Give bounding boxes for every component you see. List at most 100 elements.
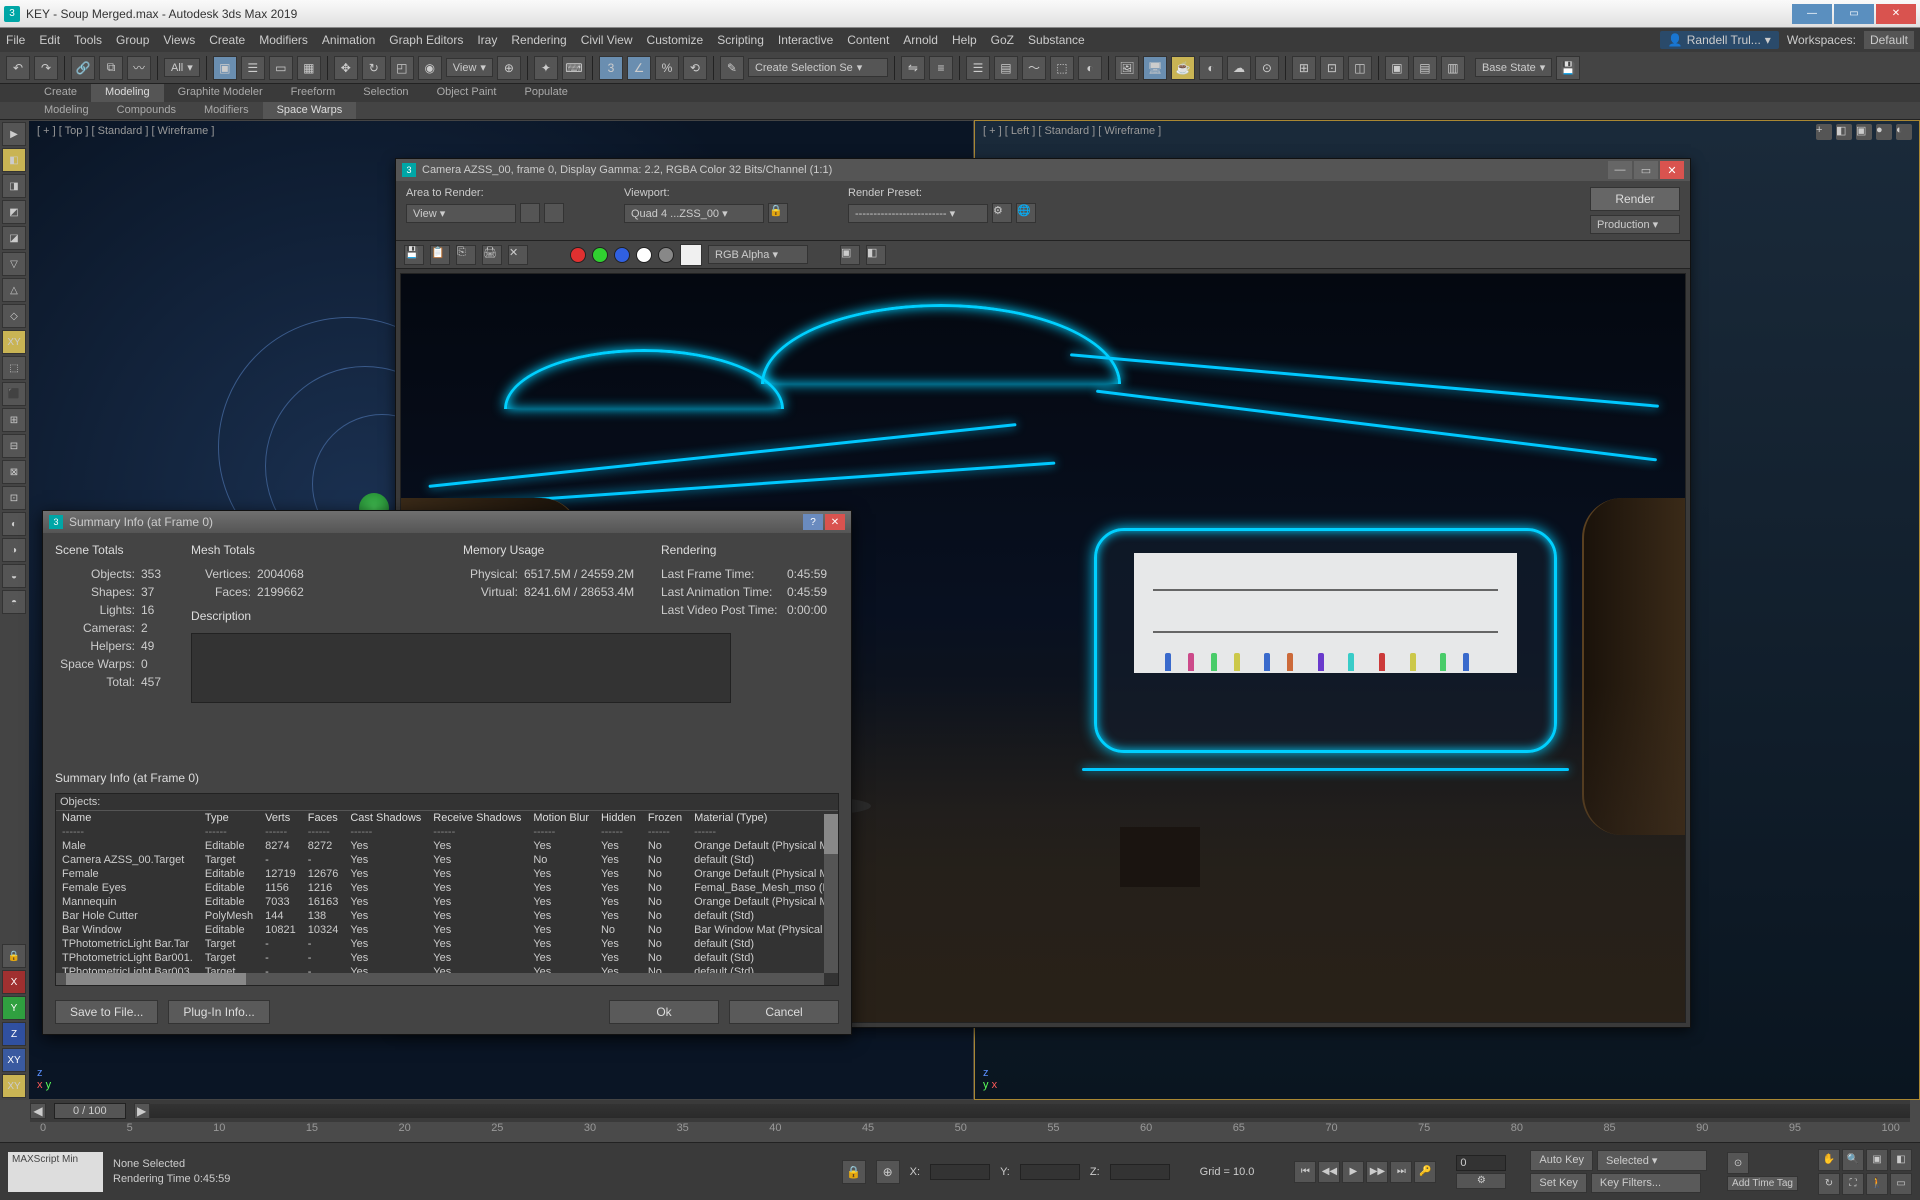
schematic-view-button[interactable]: ⬚ (1050, 56, 1074, 80)
menu-group[interactable]: Group (116, 33, 149, 47)
menu-customize[interactable]: Customize (647, 33, 704, 47)
keyboard-shortcut-button[interactable]: ⌨ (562, 56, 586, 80)
rotate-button[interactable]: ↻ (362, 56, 386, 80)
menu-substance[interactable]: Substance (1028, 33, 1085, 47)
coord-y-input[interactable] (1020, 1164, 1080, 1180)
side-tool-8[interactable]: ◇ (2, 304, 26, 328)
ref-coord-dropdown[interactable]: View ▾ (446, 58, 493, 77)
auto-region-button[interactable] (544, 203, 564, 223)
render-setup-shortcut[interactable]: ⚙ (992, 203, 1012, 223)
ribbon-tab-graphite[interactable]: Graphite Modeler (164, 84, 277, 102)
timeline-prev-button[interactable]: ◀ (30, 1103, 46, 1119)
unlink-button[interactable]: ⧉ (99, 56, 123, 80)
base-state-dropdown[interactable]: Base State ▾ (1475, 58, 1552, 77)
align-grid-button[interactable]: ⊡ (1320, 56, 1344, 80)
use-pivot-button[interactable]: ⊕ (497, 56, 521, 80)
nav-zoom-region-button[interactable]: ▭ (1890, 1173, 1912, 1195)
channel-red-button[interactable] (570, 247, 586, 263)
menu-scripting[interactable]: Scripting (717, 33, 764, 47)
side-tool-3[interactable]: ◨ (2, 174, 26, 198)
prev-frame-button[interactable]: ◀◀ (1318, 1161, 1340, 1183)
placement-button[interactable]: ◉ (418, 56, 442, 80)
channel-mono-button[interactable] (658, 247, 674, 263)
rectangular-region-button[interactable]: ▭ (269, 56, 293, 80)
axis-xy-button[interactable]: XY (2, 1048, 26, 1072)
table-row[interactable]: TPhotometricLight Bar.TarTarget--YesYesY… (56, 937, 838, 951)
next-frame-button[interactable]: ▶▶ (1366, 1161, 1388, 1183)
physx-button[interactable]: ▣ (1385, 56, 1409, 80)
side-tool-16[interactable]: ◐ (2, 512, 26, 536)
undo-button[interactable]: ↶ (6, 56, 30, 80)
snap-toggle-button[interactable]: 3 (599, 56, 623, 80)
side-tool-6[interactable]: ▽ (2, 252, 26, 276)
toggle-ribbon-button[interactable]: ▤ (994, 56, 1018, 80)
window-close-button[interactable]: ✕ (1876, 4, 1916, 24)
menu-edit[interactable]: Edit (39, 33, 60, 47)
menu-rendering[interactable]: Rendering (511, 33, 566, 47)
render-iray-button[interactable]: ◐ (1199, 56, 1223, 80)
key-filters-button[interactable]: Key Filters... (1591, 1173, 1701, 1193)
viewport-sel-dropdown[interactable]: Quad 4 ...ZSS_00 ▾ (624, 204, 764, 223)
ribbon-sub-spacewarps[interactable]: Space Warps (263, 102, 357, 119)
viewport-shade-icon[interactable]: ◧ (1836, 124, 1852, 140)
side-tool-10[interactable]: ⬚ (2, 356, 26, 380)
channel-blue-button[interactable] (614, 247, 630, 263)
menu-animation[interactable]: Animation (322, 33, 375, 47)
percent-snap-button[interactable]: % (655, 56, 679, 80)
menu-iray[interactable]: Iray (477, 33, 497, 47)
isolate-button[interactable]: ⊙ (1727, 1152, 1749, 1174)
table-scrollbar-horizontal[interactable] (56, 973, 824, 985)
material-editor-button[interactable]: ◐ (1078, 56, 1102, 80)
redo-button[interactable]: ↷ (34, 56, 58, 80)
autogrid-button[interactable]: ◫ (1348, 56, 1372, 80)
play-button[interactable]: ▶ (1342, 1161, 1364, 1183)
viewport-left-label[interactable]: [ + ] [ Left ] [ Standard ] [ Wireframe … (983, 125, 1161, 137)
channel-dropdown[interactable]: RGB Alpha ▾ (708, 245, 808, 264)
table-row[interactable]: MannequinEditable703316163YesYesYesYesNo… (56, 895, 838, 909)
nav-orbit-button[interactable]: ↻ (1818, 1173, 1840, 1195)
side-tool-13[interactable]: ⊟ (2, 434, 26, 458)
edit-named-sel-button[interactable]: ✎ (720, 56, 744, 80)
table-row[interactable]: Bar WindowEditable1082110324YesYesYesNoN… (56, 923, 838, 937)
ribbon-tab-populate[interactable]: Populate (510, 84, 581, 102)
side-tool-11[interactable]: ⬛ (2, 382, 26, 406)
toggle-overlay-button[interactable]: ▣ (840, 245, 860, 265)
move-button[interactable]: ✥ (334, 56, 358, 80)
coord-z-input[interactable] (1110, 1164, 1170, 1180)
ribbon-sub-compounds[interactable]: Compounds (103, 102, 190, 119)
workspace-selector[interactable]: Default (1864, 31, 1914, 49)
timeline-next-button[interactable]: ▶ (134, 1103, 150, 1119)
lock-selection-button[interactable]: 🔒 (842, 1160, 866, 1184)
time-ruler[interactable] (150, 1104, 1910, 1118)
absolute-mode-button[interactable]: ⊕ (876, 1160, 900, 1184)
table-row[interactable]: MaleEditable82748272YesYesYesYesNoOrange… (56, 839, 838, 853)
ribbon-sub-modeling[interactable]: Modeling (30, 102, 103, 119)
render-button[interactable]: Render (1590, 187, 1680, 211)
menu-create[interactable]: Create (209, 33, 245, 47)
viewport-edge-icon[interactable]: ◐ (1896, 124, 1912, 140)
lock-viewport-button[interactable]: 🔒 (768, 203, 788, 223)
save-image-button[interactable]: 💾 (404, 245, 424, 265)
render-mode-dropdown[interactable]: Production ▾ (1590, 215, 1680, 234)
clone-button[interactable]: ⎘ (456, 245, 476, 265)
key-mode-button[interactable]: 🔑 (1414, 1161, 1436, 1183)
env-button[interactable]: 🌐 (1016, 203, 1036, 223)
layer-explorer-button[interactable]: ☰ (966, 56, 990, 80)
side-tool-2[interactable]: ◧ (2, 148, 26, 172)
scale-button[interactable]: ◰ (390, 56, 414, 80)
menu-goz[interactable]: GoZ (991, 33, 1014, 47)
render-setup-button[interactable]: 🖼 (1115, 56, 1139, 80)
objects-table[interactable]: NameTypeVertsFacesCast ShadowsReceive Sh… (56, 811, 838, 985)
menu-graph-editors[interactable]: Graph Editors (389, 33, 463, 47)
menu-file[interactable]: File (6, 33, 25, 47)
side-tool-9[interactable]: XY (2, 330, 26, 354)
selection-filter-dropdown[interactable]: All ▾ (164, 58, 200, 77)
nav-pan-button[interactable]: ✋ (1818, 1149, 1840, 1171)
lock-button[interactable]: 🔒 (2, 944, 26, 968)
channel-green-button[interactable] (592, 247, 608, 263)
goto-start-button[interactable]: ⏮ (1294, 1161, 1316, 1183)
plugin-info-button[interactable]: Plug-In Info... (168, 1000, 269, 1024)
table-row[interactable]: Female EyesEditable11561216YesYesYesYesN… (56, 881, 838, 895)
maxscript-listener[interactable]: MAXScript Min (8, 1152, 103, 1192)
render-window-titlebar[interactable]: 3 Camera AZSS_00, frame 0, Display Gamma… (396, 159, 1690, 181)
